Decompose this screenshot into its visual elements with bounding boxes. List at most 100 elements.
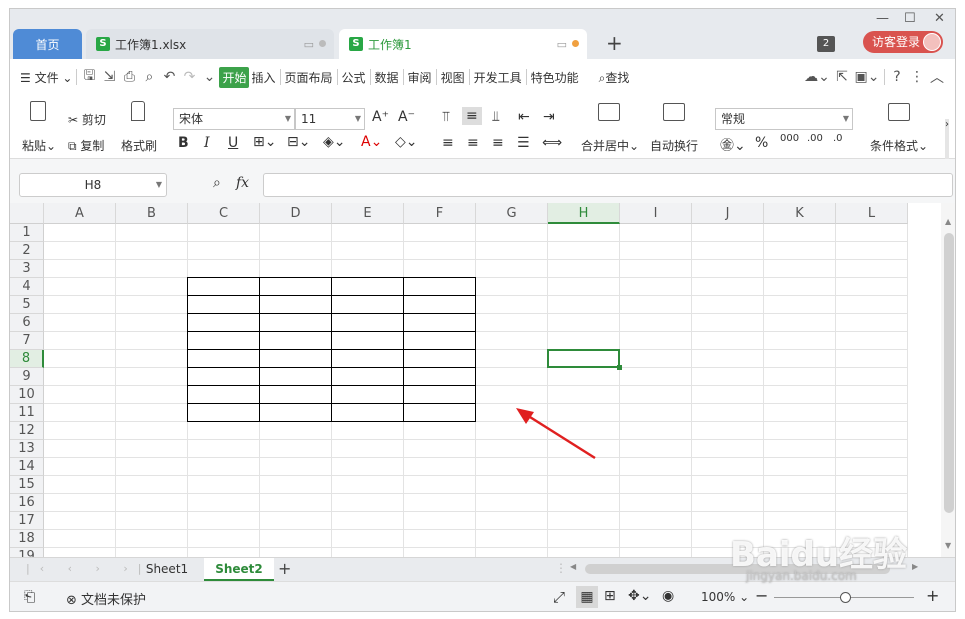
print-icon[interactable]: ⎙ <box>119 69 139 85</box>
column-header-h[interactable]: H <box>548 203 620 224</box>
menu-item-developer[interactable]: 开发工具 <box>472 69 524 86</box>
row-header-8[interactable]: 8 <box>10 350 44 368</box>
vertical-scrollbar[interactable]: ▲ ▼ <box>941 203 955 557</box>
increase-decimal-icon[interactable]: .00 <box>807 133 823 144</box>
scroll-down-icon[interactable]: ▼ <box>945 541 951 550</box>
redo-icon[interactable]: ↷ <box>179 69 199 85</box>
help-icon[interactable]: ? <box>887 69 907 85</box>
row-header-1[interactable]: 1 <box>10 224 44 242</box>
fullscreen-icon[interactable]: ⤢ <box>553 588 565 606</box>
clear-format-icon[interactable]: ◇⌄ <box>395 134 418 150</box>
cut-button[interactable]: ✂ 剪切 <box>68 111 106 128</box>
distribute-icon[interactable]: ⟺ <box>542 135 562 151</box>
fill-handle[interactable] <box>617 365 622 370</box>
zoom-in-button[interactable]: + <box>926 586 939 605</box>
close-icon[interactable]: ✕ <box>934 11 945 26</box>
macro-icon[interactable]: ⎗ <box>24 589 35 605</box>
cloud-icon[interactable]: ☁⌄ <box>802 69 832 85</box>
menu-item-home[interactable]: 开始 <box>219 66 250 88</box>
row-header-13[interactable]: 13 <box>10 440 44 458</box>
column-header-a[interactable]: A <box>44 203 116 224</box>
format-painter-button[interactable]: 格式刷 <box>121 137 157 154</box>
formula-input[interactable] <box>263 173 953 197</box>
font-color-icon[interactable]: A⌄ <box>361 134 382 150</box>
number-format-select[interactable]: 常规 ▼ <box>715 108 853 130</box>
row-header-6[interactable]: 6 <box>10 314 44 332</box>
column-header-b[interactable]: B <box>116 203 188 224</box>
menu-item-special[interactable]: 特色功能 <box>529 69 581 86</box>
splitter-icon[interactable]: ⋮ <box>555 561 567 575</box>
unsaved-dot-icon[interactable] <box>572 40 579 47</box>
menu-item-review[interactable]: 审阅 <box>406 69 434 86</box>
tab-workbook-active[interactable]: S 工作簿1 ▭ <box>339 29 587 59</box>
thousands-icon[interactable]: 000 <box>780 133 799 144</box>
decrease-font-icon[interactable]: A⁻ <box>398 109 415 125</box>
conditional-format-button[interactable]: 条件格式⌄ <box>870 137 928 154</box>
zoom-formula-icon[interactable]: ⌕ <box>213 175 221 191</box>
indent-icon[interactable]: ⇥ <box>543 109 555 125</box>
row-header-10[interactable]: 10 <box>10 386 44 404</box>
column-header-c[interactable]: C <box>188 203 260 224</box>
row-header-9[interactable]: 9 <box>10 368 44 386</box>
row-header-7[interactable]: 7 <box>10 332 44 350</box>
menu-item-formula[interactable]: 公式 <box>340 69 368 86</box>
column-header-i[interactable]: I <box>620 203 692 224</box>
export-icon[interactable]: ⇲ <box>99 69 119 85</box>
italic-icon[interactable]: I <box>204 135 210 151</box>
underline-icon[interactable]: U <box>228 135 238 151</box>
active-cell[interactable] <box>547 349 620 368</box>
align-middle-icon[interactable]: ≡ <box>462 107 482 125</box>
increase-font-icon[interactable]: A⁺ <box>372 109 389 125</box>
cell-style-icon[interactable]: ⊟⌄ <box>287 134 310 150</box>
column-header-j[interactable]: J <box>692 203 764 224</box>
column-header-k[interactable]: K <box>764 203 836 224</box>
fx-icon[interactable]: fx <box>236 175 249 191</box>
menu-item-page-layout[interactable]: 页面布局 <box>283 69 335 86</box>
scroll-up-icon[interactable]: ▲ <box>945 217 951 226</box>
align-left-icon[interactable]: ≡ <box>442 135 454 151</box>
column-header-e[interactable]: E <box>332 203 404 224</box>
row-header-12[interactable]: 12 <box>10 422 44 440</box>
more-quick-access-icon[interactable]: ⌄ <box>199 69 219 85</box>
window-count-badge[interactable]: 2 <box>817 36 835 52</box>
column-header-f[interactable]: F <box>404 203 476 224</box>
share-icon[interactable]: ⇱ <box>832 69 852 85</box>
name-box[interactable]: H8 ▼ <box>19 173 167 197</box>
undo-icon[interactable]: ↶ <box>159 69 179 85</box>
collab-icon[interactable]: ▣⌄ <box>852 69 882 85</box>
row-header-14[interactable]: 14 <box>10 458 44 476</box>
bold-icon[interactable]: B <box>178 135 189 151</box>
format-painter-icon[interactable] <box>131 101 145 121</box>
row-header-17[interactable]: 17 <box>10 512 44 530</box>
print-preview-icon[interactable]: ⌕ <box>139 69 159 85</box>
outdent-icon[interactable]: ⇤ <box>518 109 530 125</box>
menu-item-data[interactable]: 数据 <box>373 69 401 86</box>
justify-icon[interactable]: ☰ <box>517 135 530 151</box>
merge-center-icon[interactable] <box>598 103 620 121</box>
minimize-icon[interactable]: — <box>876 11 889 26</box>
decrease-decimal-icon[interactable]: .0 <box>833 133 843 144</box>
border-icon[interactable]: ⊞⌄ <box>253 134 276 150</box>
row-header-4[interactable]: 4 <box>10 278 44 296</box>
column-header-g[interactable]: G <box>476 203 548 224</box>
copy-button[interactable]: ⧉ 复制 <box>68 137 104 154</box>
row-header-16[interactable]: 16 <box>10 494 44 512</box>
row-header-5[interactable]: 5 <box>10 296 44 314</box>
tab-dot-icon[interactable] <box>319 40 326 47</box>
align-top-icon[interactable]: ⫪ <box>442 109 450 125</box>
row-header-15[interactable]: 15 <box>10 476 44 494</box>
add-sheet-button[interactable]: + <box>278 559 291 578</box>
percent-icon[interactable]: % <box>755 135 768 151</box>
zoom-level[interactable]: 100% ⌄ <box>701 590 749 604</box>
column-header-d[interactable]: D <box>260 203 332 224</box>
wrap-text-icon[interactable] <box>663 103 685 121</box>
file-menu[interactable]: ☰ 文件 ⌄ <box>18 69 74 86</box>
zoom-out-button[interactable]: − <box>755 586 768 605</box>
search-button[interactable]: ⌕查找 <box>597 69 632 86</box>
row-header-19[interactable]: 19 <box>10 548 44 557</box>
paste-icon[interactable] <box>30 101 46 121</box>
conditional-format-icon[interactable] <box>888 103 910 121</box>
row-header-11[interactable]: 11 <box>10 404 44 422</box>
align-right-icon[interactable]: ≡ <box>492 135 504 151</box>
font-size-select[interactable]: 11 ▼ <box>295 108 365 130</box>
